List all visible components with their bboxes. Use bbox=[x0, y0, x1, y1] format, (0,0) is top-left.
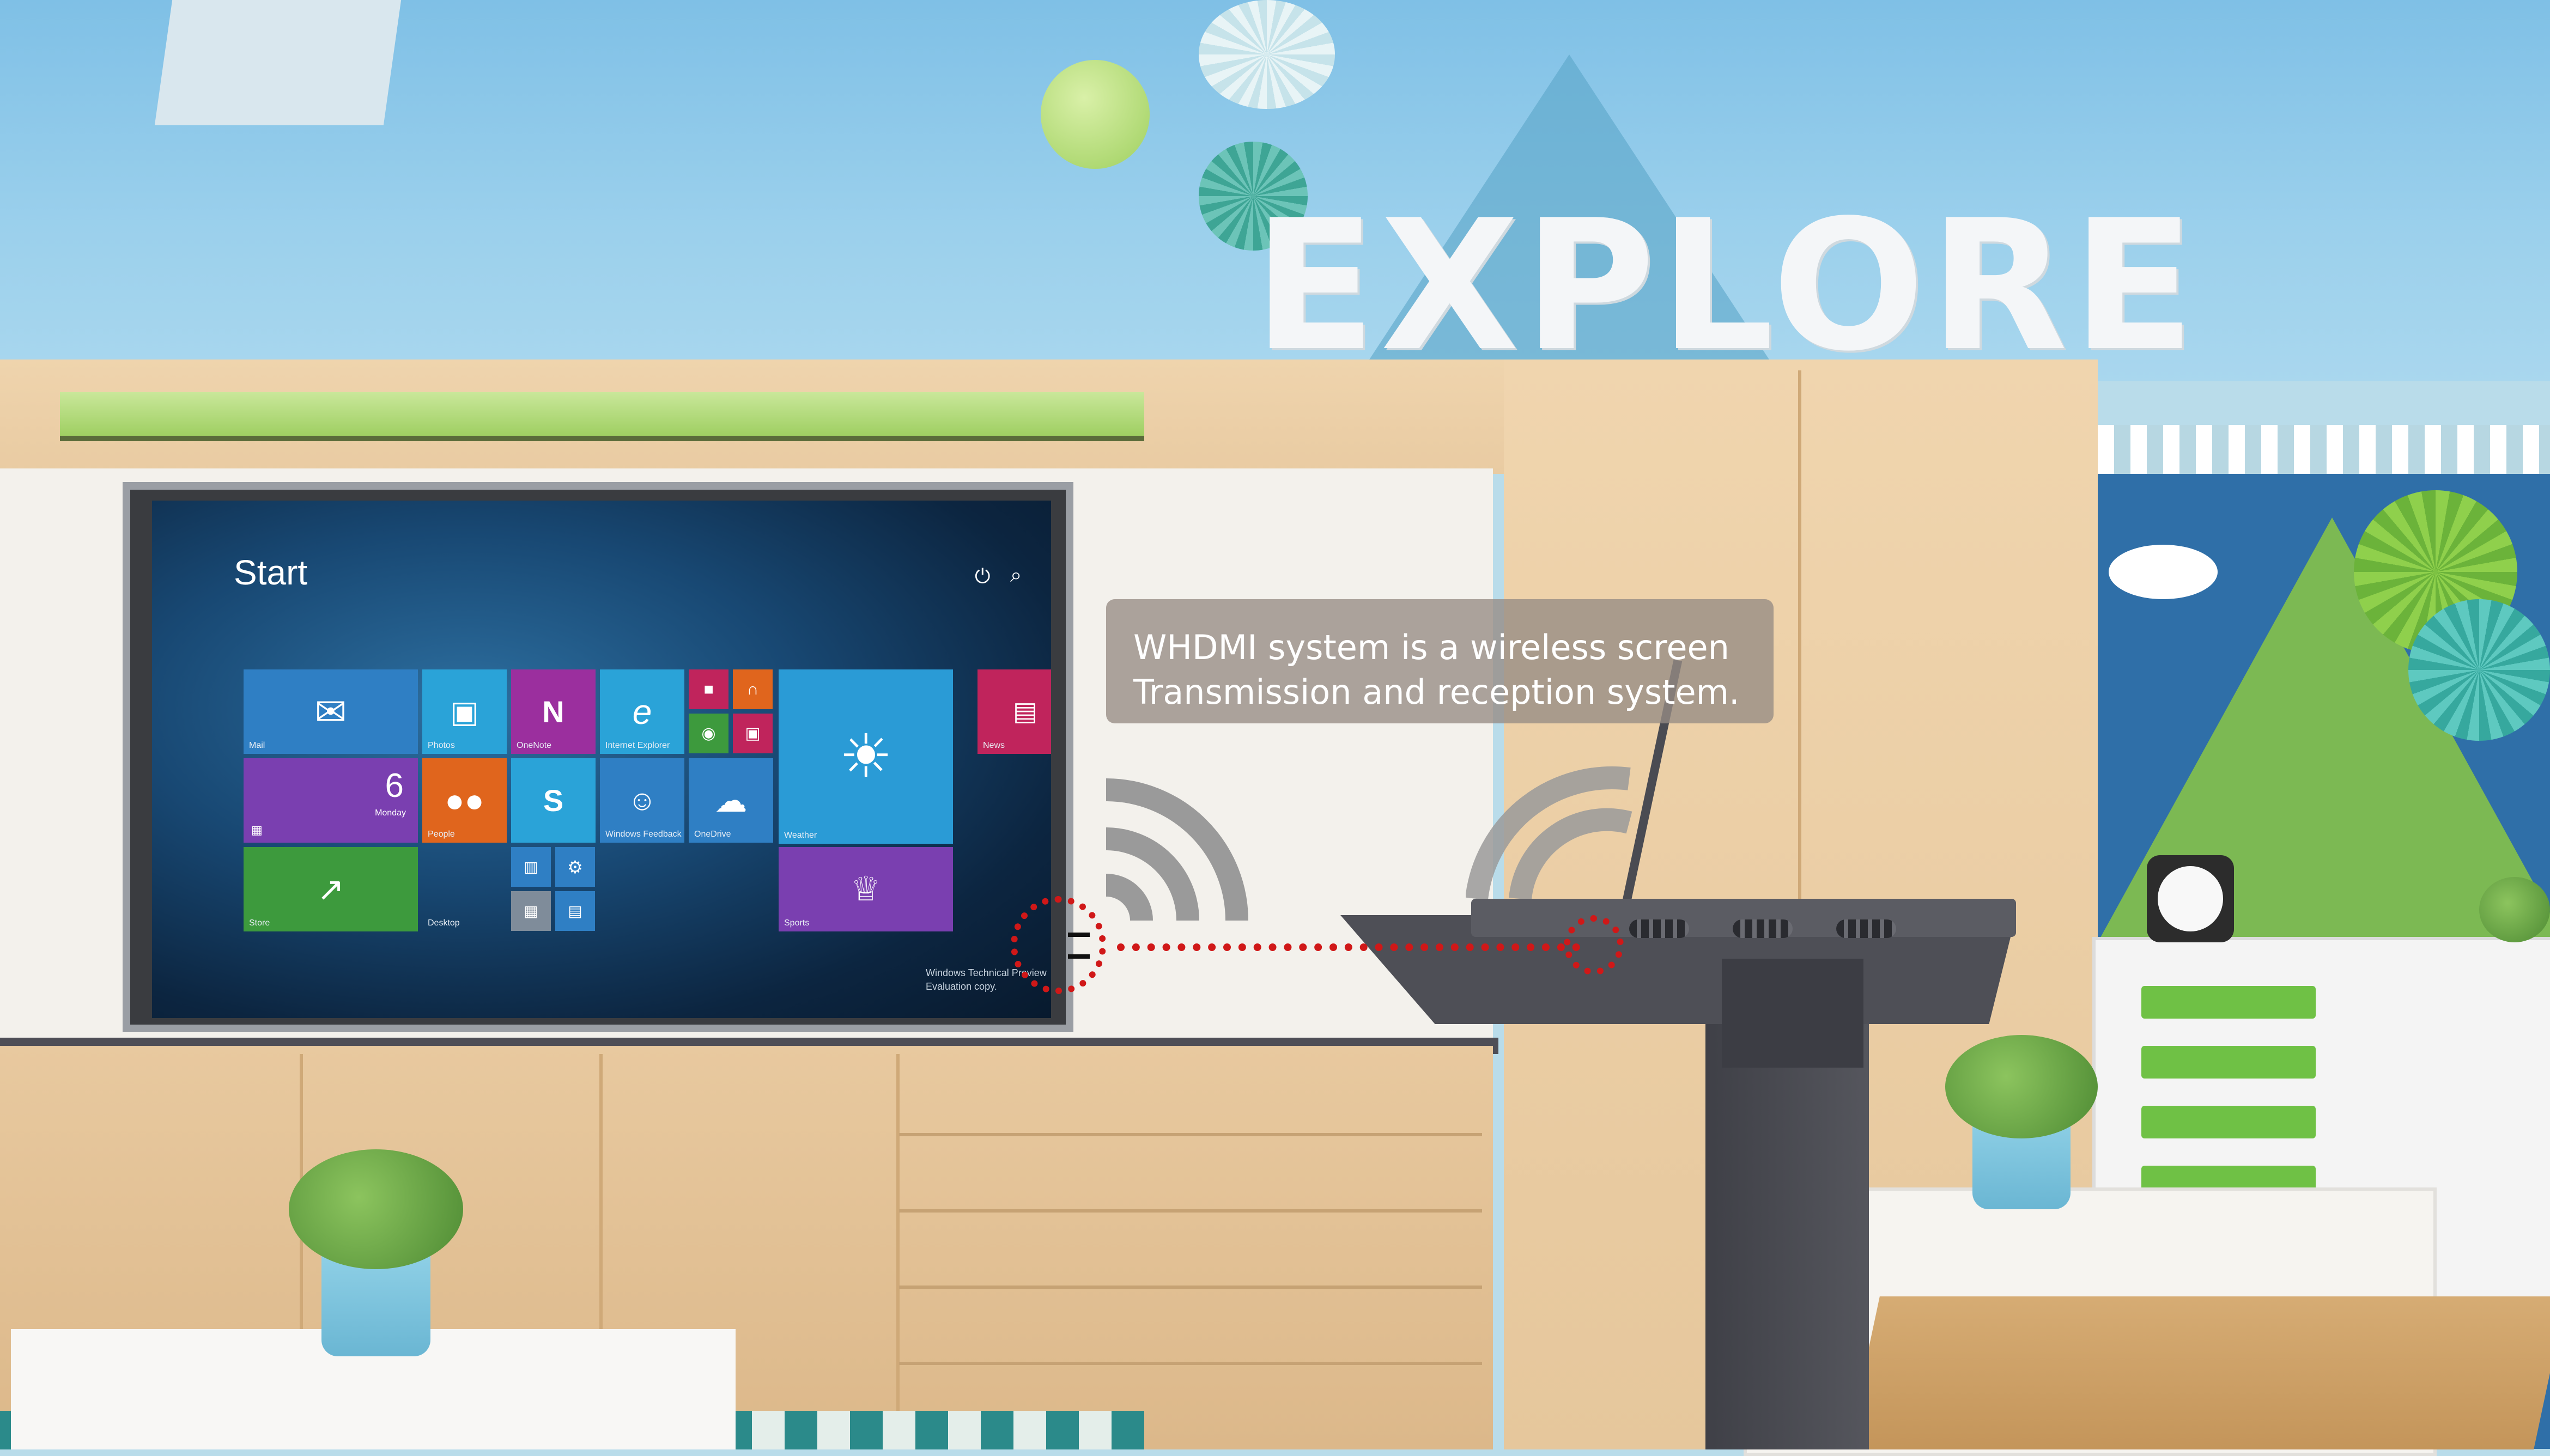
bulletin-border bbox=[2098, 425, 2550, 474]
tile-headphones[interactable]: ∩ bbox=[733, 669, 773, 709]
tile-onenote[interactable]: N OneNote bbox=[511, 669, 596, 754]
whdmi-callout: WHDMI system is a wireless screen Transm… bbox=[1106, 599, 1774, 723]
ceiling-beam bbox=[154, 0, 402, 125]
feedback-icon: ☺ bbox=[627, 784, 657, 817]
wifi-icon bbox=[1106, 778, 1248, 921]
tile-label: Mail bbox=[249, 741, 265, 750]
tile-internet-explorer[interactable]: e Internet Explorer bbox=[600, 669, 684, 754]
tile-music[interactable]: ■ bbox=[689, 669, 728, 709]
paper-fan bbox=[1199, 0, 1335, 109]
tile-settings[interactable]: ⚙ bbox=[555, 847, 595, 887]
calendar-day: Monday bbox=[375, 808, 406, 818]
paper-lantern bbox=[1041, 60, 1150, 169]
calendar-date: 6 bbox=[385, 767, 404, 805]
search-icon[interactable]: ⌕ bbox=[1010, 564, 1022, 587]
calculator-icon: ▦ bbox=[524, 902, 538, 919]
news-icon: ▤ bbox=[1012, 697, 1038, 726]
tile-label: Sports bbox=[784, 918, 810, 928]
tile-label: OneDrive bbox=[694, 830, 731, 839]
music-icon: ■ bbox=[703, 680, 714, 698]
tile-reading[interactable]: ▥ bbox=[511, 847, 551, 887]
green-bin bbox=[2141, 986, 2316, 1019]
green-bin bbox=[2141, 1106, 2316, 1138]
potted-plant bbox=[289, 1149, 463, 1269]
wireless-link-line bbox=[1117, 943, 1580, 951]
potted-plant bbox=[1945, 1035, 2098, 1138]
potted-plant bbox=[2479, 877, 2550, 942]
wall-clock bbox=[2147, 855, 2234, 942]
tile-sports[interactable]: ♕ Sports bbox=[779, 847, 953, 931]
podium-vent bbox=[1629, 919, 1689, 938]
tile-calculator[interactable]: ▦ bbox=[511, 891, 551, 931]
podium-vent bbox=[1836, 919, 1896, 938]
camera-icon: ▣ bbox=[745, 724, 761, 742]
receiver-port bbox=[1068, 954, 1090, 959]
gear-icon: ⚙ bbox=[567, 857, 583, 877]
callout-line-1: WHDMI system is a wireless screen bbox=[1133, 628, 1729, 667]
podium-transmitter-ring bbox=[1564, 915, 1624, 975]
tile-label: Store bbox=[249, 918, 270, 928]
calendar-icon: ▦ bbox=[251, 823, 263, 837]
onenote-icon: N bbox=[542, 694, 564, 729]
power-icon[interactable]: ⏻ bbox=[975, 565, 990, 588]
drawer bbox=[899, 1209, 1482, 1283]
cloud-decoration bbox=[2109, 545, 2218, 599]
games-icon: ◉ bbox=[701, 724, 716, 742]
weather-icon: ☀ bbox=[839, 723, 893, 790]
tile-label: Windows Feedback bbox=[605, 830, 682, 839]
tile-windows-feedback[interactable]: ☺ Windows Feedback bbox=[600, 758, 684, 843]
receiver-port bbox=[1068, 933, 1090, 937]
people-icon: ●● bbox=[445, 782, 484, 819]
tile-store[interactable]: ↗ Store bbox=[244, 847, 418, 931]
start-title: Start bbox=[234, 553, 308, 592]
tile-label: People bbox=[428, 830, 455, 839]
display-receiver-ring bbox=[1011, 896, 1106, 994]
tile-people[interactable]: ●● People bbox=[422, 758, 507, 843]
callout-line-2: Transmission and reception system. bbox=[1133, 672, 1740, 712]
tile-files[interactable]: ▤ bbox=[555, 891, 595, 931]
interactive-display: Start ⏻ ⌕ ✉ Mail ▣ Photos N OneNote e In… bbox=[123, 482, 1073, 1032]
tile-label: News bbox=[983, 741, 1005, 750]
tile-calendar[interactable]: 6 Monday ▦ bbox=[244, 758, 418, 843]
tile-mail[interactable]: ✉ Mail bbox=[244, 669, 418, 754]
tile-desktop[interactable]: Desktop bbox=[422, 847, 507, 931]
tile-label: Photos bbox=[428, 741, 455, 750]
tile-weather[interactable]: ☀ Weather bbox=[779, 669, 953, 844]
tile-skype[interactable]: S bbox=[511, 758, 596, 843]
tile-camera[interactable]: ▣ bbox=[733, 714, 773, 753]
trophy-icon: ♕ bbox=[851, 870, 881, 908]
drawer bbox=[899, 1286, 1482, 1360]
tile-label: Desktop bbox=[428, 918, 460, 928]
store-icon: ↗ bbox=[317, 870, 345, 907]
wooden-table bbox=[1847, 1296, 2550, 1449]
onedrive-icon: ☁ bbox=[714, 782, 748, 819]
tile-label: Internet Explorer bbox=[605, 741, 670, 750]
clock-face bbox=[2158, 866, 2223, 931]
tile-photos[interactable]: ▣ Photos bbox=[422, 669, 507, 754]
skype-icon: S bbox=[543, 783, 564, 818]
tile-onedrive[interactable]: ☁ OneDrive bbox=[689, 758, 773, 843]
wifi-icon bbox=[1466, 766, 1632, 900]
headphones-icon: ∩ bbox=[746, 680, 759, 698]
tile-news[interactable]: ▤ News bbox=[977, 669, 1051, 754]
drawer bbox=[899, 1133, 1482, 1207]
files-icon: ▤ bbox=[568, 902, 582, 919]
green-bin bbox=[2141, 1046, 2316, 1079]
mail-icon: ✉ bbox=[314, 690, 347, 733]
tile-label: Weather bbox=[784, 831, 817, 840]
tile-label: OneNote bbox=[517, 741, 552, 750]
explore-wall-sign: EXPLORE bbox=[1253, 181, 2200, 391]
reading-icon: ▥ bbox=[524, 858, 538, 875]
ie-icon: e bbox=[632, 692, 652, 732]
whiteboard-tray bbox=[60, 392, 1144, 441]
podium-body bbox=[1722, 959, 1863, 1068]
photos-icon: ▣ bbox=[450, 694, 479, 729]
tile-games[interactable]: ◉ bbox=[689, 714, 728, 753]
podium-vent bbox=[1733, 919, 1793, 938]
paper-fan bbox=[2408, 599, 2550, 741]
display-screen: Start ⏻ ⌕ ✉ Mail ▣ Photos N OneNote e In… bbox=[152, 501, 1051, 1018]
